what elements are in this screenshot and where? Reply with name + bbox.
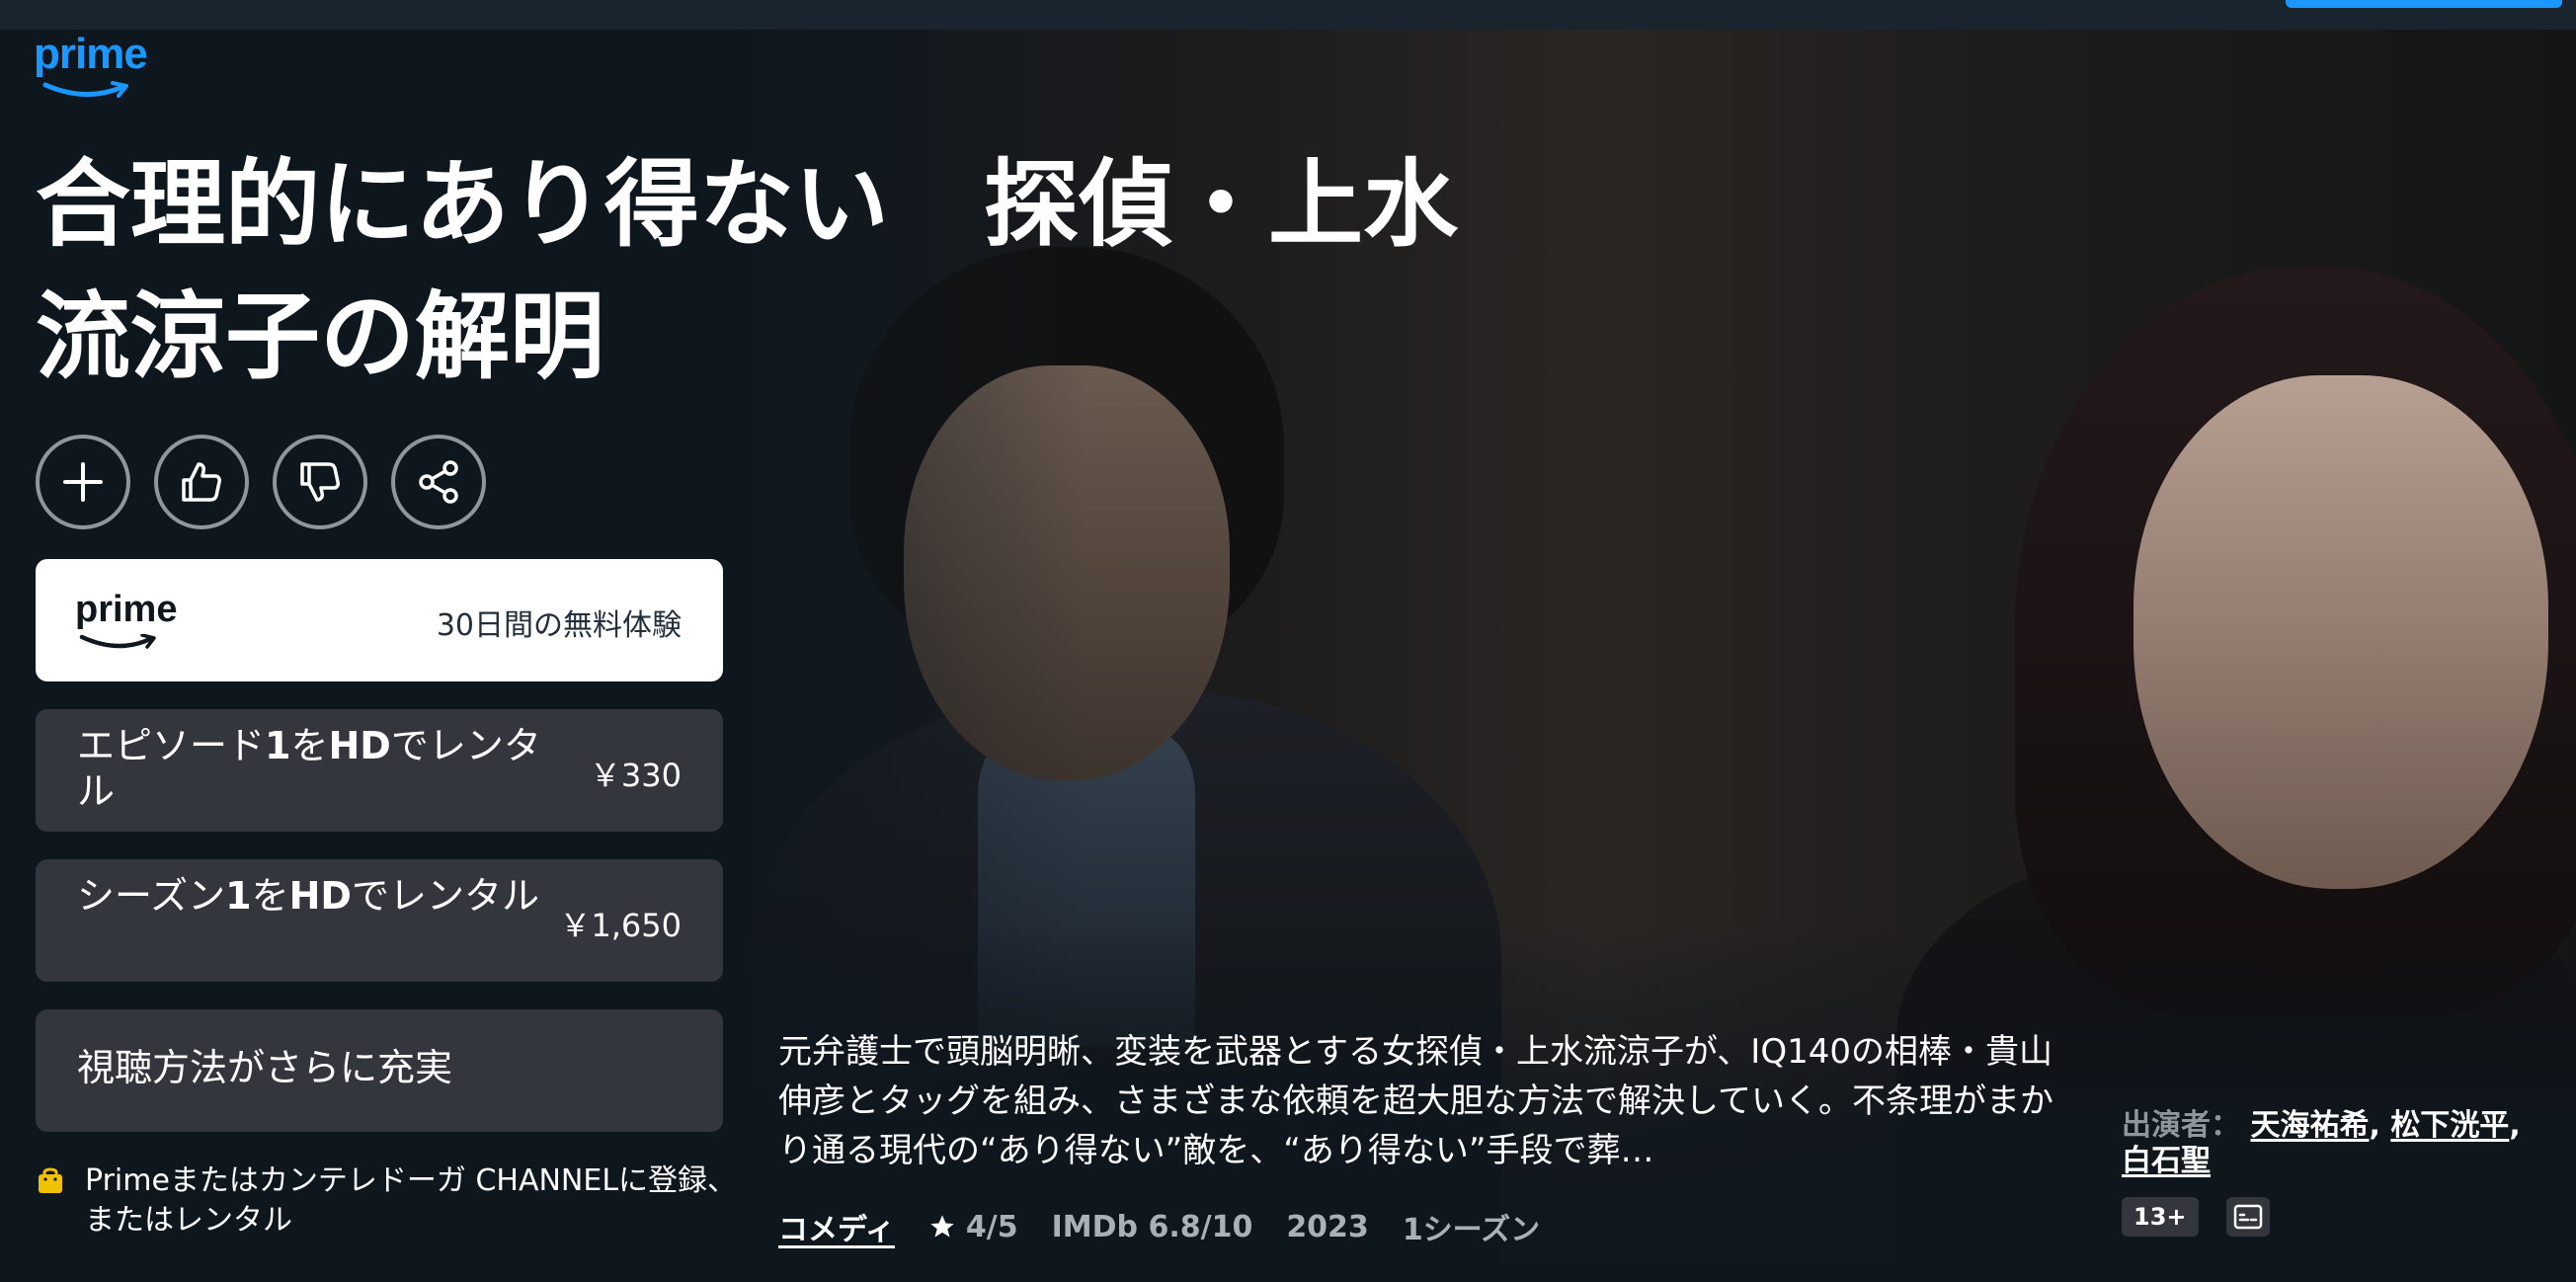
subtitles-badge	[2225, 1197, 2270, 1237]
rating-value: 4/5	[965, 1209, 1018, 1244]
availability-note: Primeまたはカンテレドーガ CHANNELに登録、またはレンタル	[36, 1162, 747, 1241]
rent-episode-label: エピソード1をHDでレンタル	[77, 723, 571, 814]
shopping-bag-icon	[39, 1167, 62, 1193]
star-icon	[930, 1215, 954, 1238]
label-part: を	[290, 724, 329, 767]
cast-link[interactable]: 白石聖	[2122, 1144, 2211, 1178]
season-number: 1	[225, 874, 252, 918]
share-button[interactable]	[391, 435, 486, 529]
dislike-button[interactable]	[273, 435, 367, 529]
cast-list: 出演者： 天海祐希, 松下洸平, 白石聖	[2122, 1108, 2556, 1179]
logo-text: prime	[34, 30, 148, 78]
add-to-watchlist-button[interactable]	[36, 435, 130, 529]
season-count: 1シーズン	[1402, 1213, 1541, 1247]
cast-link[interactable]: 松下洸平	[2390, 1108, 2509, 1143]
cast-separator: ,	[2509, 1108, 2521, 1143]
customer-rating: 4/5	[928, 1210, 1018, 1244]
label-part: を	[251, 874, 289, 918]
prime-logo-dark: prime	[75, 589, 178, 630]
availability-text: Primeまたはカンテレドーガ CHANNELに登録、またはレンタル	[85, 1163, 738, 1238]
label-part: シーズン	[77, 874, 226, 918]
rent-season-label: シーズン1をHDでレンタル	[77, 873, 571, 919]
episode-price: ￥330	[589, 757, 682, 794]
cast-label: 出演者：	[2122, 1108, 2240, 1143]
like-button[interactable]	[154, 435, 249, 529]
plus-icon	[63, 462, 103, 502]
metadata-row: コメディ 4/5 IMDb 6.8/10 2023 1シーズン	[778, 1205, 1540, 1248]
age-rating-badge: 13+	[2122, 1197, 2199, 1237]
label-part: でレンタル	[351, 874, 539, 918]
thumbs-up-icon	[182, 462, 221, 502]
cast-link[interactable]: 天海祐希	[2250, 1108, 2369, 1143]
cast-separator: ,	[2369, 1108, 2380, 1143]
quality-label: HD	[288, 874, 352, 918]
title-line-1: 合理的にあり得ない 探偵・上水	[36, 149, 1458, 260]
more-ways-to-watch-button[interactable]: 視聴方法がさらに充実	[36, 1009, 723, 1132]
release-year: 2023	[1286, 1209, 1369, 1244]
top-nav-bar	[0, 0, 2576, 30]
synopsis: 元弁護士で頭脳明晰、変装を武器とする女探偵・上水流涼子が、IQ140の相棒・貴山…	[778, 1032, 2053, 1170]
page-title: 合理的にあり得ない 探偵・上水 流涼子の解明	[36, 138, 1576, 403]
top-nav-button[interactable]	[2286, 0, 2562, 8]
title-line-2: 流涼子の解明	[36, 281, 604, 392]
episode-number: 1	[265, 724, 291, 767]
free-trial-label: 30日間の無料体験	[436, 608, 682, 643]
imdb-rating: IMDb 6.8/10	[1051, 1209, 1253, 1244]
rent-episode-button[interactable]: エピソード1をHDでレンタル ￥330	[36, 709, 723, 832]
badge-row: 13+	[2122, 1197, 2270, 1237]
subtitles-icon	[2233, 1204, 2262, 1230]
genre-link[interactable]: コメディ	[778, 1205, 895, 1248]
label-part: エピソード	[77, 724, 266, 767]
quality-label: HD	[328, 724, 391, 767]
season-price: ￥1,650	[559, 907, 682, 944]
smile-icon	[42, 81, 128, 98]
prime-logo[interactable]: prime	[34, 30, 162, 109]
prime-free-trial-button[interactable]: prime 30日間の無料体験	[36, 559, 723, 681]
action-buttons	[36, 435, 486, 529]
share-icon	[419, 460, 458, 504]
smile-icon	[79, 634, 156, 649]
thumbs-down-icon	[300, 462, 340, 502]
actor-face-right	[2133, 375, 2548, 889]
rent-season-button[interactable]: シーズン1をHDでレンタル ￥1,650	[36, 859, 723, 982]
more-ways-label: 視聴方法がさらに充実	[77, 1046, 453, 1089]
